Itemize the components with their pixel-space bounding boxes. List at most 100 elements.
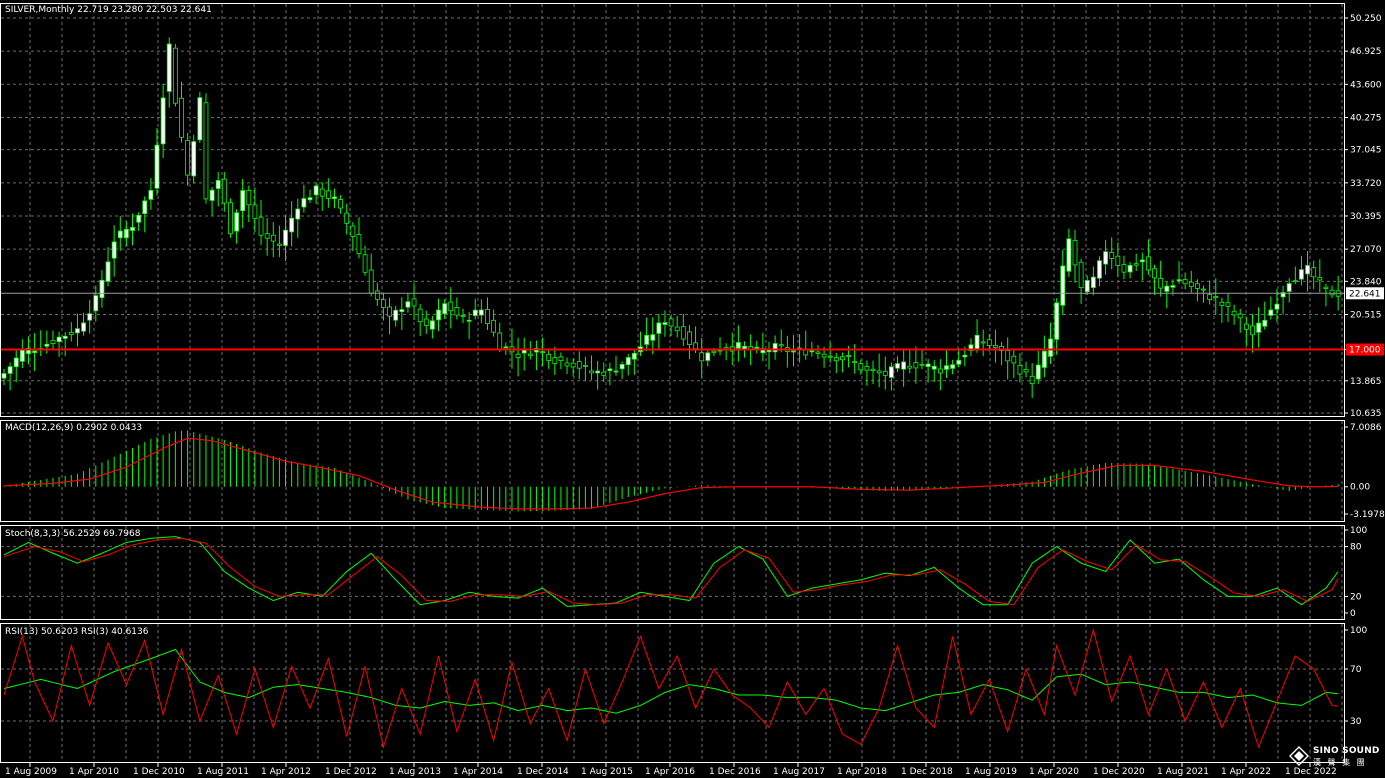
- candle-body: [1017, 365, 1023, 375]
- candle-body: [50, 340, 56, 344]
- candle-body: [1023, 368, 1029, 373]
- candle-body: [576, 361, 582, 369]
- candle-body: [136, 214, 142, 223]
- candle-body: [1323, 286, 1329, 289]
- candle-body: [1188, 281, 1194, 287]
- candle-body: [19, 349, 25, 362]
- candle-body: [472, 309, 478, 317]
- x-tick-label: 1 Dec 2014: [517, 767, 569, 777]
- candle-body: [1243, 323, 1249, 330]
- candle-body: [1170, 285, 1176, 288]
- candle-body: [491, 319, 497, 333]
- candle-body: [399, 309, 405, 313]
- trading-chart[interactable]: 1 Aug 2009 1 Apr 2010 1 Dec 2010 1 Aug 2011…: [0, 0, 1385, 778]
- candle-body: [815, 351, 821, 354]
- candle-body: [895, 363, 900, 369]
- candle-body: [1133, 263, 1139, 266]
- candle-body: [234, 212, 239, 232]
- x-tick-label: 1 Aug 2011: [197, 767, 249, 777]
- candle-body: [993, 344, 998, 348]
- candle-body: [289, 217, 295, 233]
- candle-body: [264, 233, 270, 239]
- candle-body: [1060, 265, 1066, 306]
- candle-body: [644, 334, 649, 345]
- candle-body: [1139, 259, 1145, 263]
- candle-body: [583, 365, 588, 367]
- price-tick-label: 37.045: [1350, 146, 1382, 156]
- stoch-tick-label: 20: [1350, 592, 1362, 602]
- candle-body: [674, 326, 680, 332]
- candle-body: [350, 225, 356, 237]
- x-tick-label: 1 Apr 2022: [1221, 767, 1271, 777]
- candle-body: [203, 102, 209, 200]
- candle-body: [687, 331, 692, 345]
- candle-body: [778, 344, 784, 347]
- candle-body: [840, 356, 845, 361]
- candle-body: [1146, 256, 1151, 271]
- candle-body: [436, 309, 441, 321]
- price-tick-label: 40.275: [1350, 113, 1382, 123]
- candle-body: [772, 343, 778, 353]
- candle-body: [124, 228, 129, 239]
- rsi-tick-label: 30: [1350, 717, 1362, 727]
- x-tick-label: 1 Dec 2020: [1093, 767, 1145, 777]
- candle-body: [925, 363, 931, 367]
- macd-tick-label: -3.1978: [1350, 510, 1385, 520]
- x-tick-label: 1 Apr 2018: [837, 767, 887, 777]
- rsi-panel-frame: [0, 623, 1345, 763]
- candle-body: [1317, 277, 1323, 281]
- candle-body: [540, 351, 545, 354]
- candle-body: [668, 318, 674, 327]
- candle-body: [1109, 252, 1115, 259]
- x-tick-label: 1 Dec 2016: [709, 767, 761, 777]
- rsi-panel-title: RSI(13) 50.6203 RSI(3) 40.6136: [5, 627, 149, 637]
- x-tick-label: 1 Dec 2010: [133, 767, 185, 777]
- candle-body: [1029, 375, 1035, 385]
- candle-body: [870, 368, 876, 371]
- candle-body: [962, 354, 968, 358]
- stoch-panel-plot: [3, 536, 1339, 607]
- candle-body: [913, 362, 919, 369]
- candle-body: [821, 353, 827, 358]
- candle-body: [13, 357, 19, 368]
- stoch-panel-title: Stoch(8,3,3) 56.2529 69.7968: [5, 529, 141, 539]
- price-tick-label: 13.865: [1350, 377, 1382, 387]
- candle-body: [215, 180, 221, 189]
- candle-body: [1066, 238, 1072, 272]
- candle-body: [356, 234, 362, 254]
- price-tick-label: 46.925: [1350, 47, 1382, 57]
- price-tick-label: 20.515: [1350, 310, 1382, 320]
- candle-body: [307, 197, 313, 201]
- candle-body: [705, 352, 711, 361]
- price-tick-label: 23.840: [1350, 277, 1382, 287]
- macd-panel-frame: [0, 420, 1345, 522]
- candle-body: [601, 371, 607, 376]
- candle-body: [240, 190, 246, 212]
- candle-body: [515, 353, 521, 358]
- candle-body: [423, 318, 429, 326]
- candle-body: [374, 290, 380, 300]
- candle-body: [980, 341, 986, 344]
- candle-body: [558, 356, 564, 361]
- candle-body: [631, 352, 637, 360]
- candle-body: [87, 313, 93, 321]
- grid: [1, 4, 1344, 762]
- candle-body: [1250, 325, 1255, 336]
- candle-body: [833, 357, 839, 362]
- x-tick-label: 1 Apr 2014: [453, 767, 503, 777]
- candle-body: [387, 306, 392, 317]
- x-tick-label: 1 Apr 2010: [69, 767, 119, 777]
- candle-body: [32, 350, 37, 353]
- candle-body: [1225, 302, 1231, 307]
- candle-body: [197, 97, 203, 141]
- candle-body: [791, 350, 796, 353]
- candle-body: [1084, 280, 1090, 293]
- candle-body: [1305, 265, 1310, 275]
- x-tick-label: 1 Apr 2016: [645, 767, 695, 777]
- candle-body: [1329, 289, 1335, 296]
- candle-body: [485, 309, 490, 324]
- candle-body: [1158, 278, 1164, 289]
- candle-body: [478, 309, 484, 316]
- x-tick-label: 1 Aug 2015: [581, 767, 633, 777]
- rsi-tick-label: 70: [1350, 665, 1362, 675]
